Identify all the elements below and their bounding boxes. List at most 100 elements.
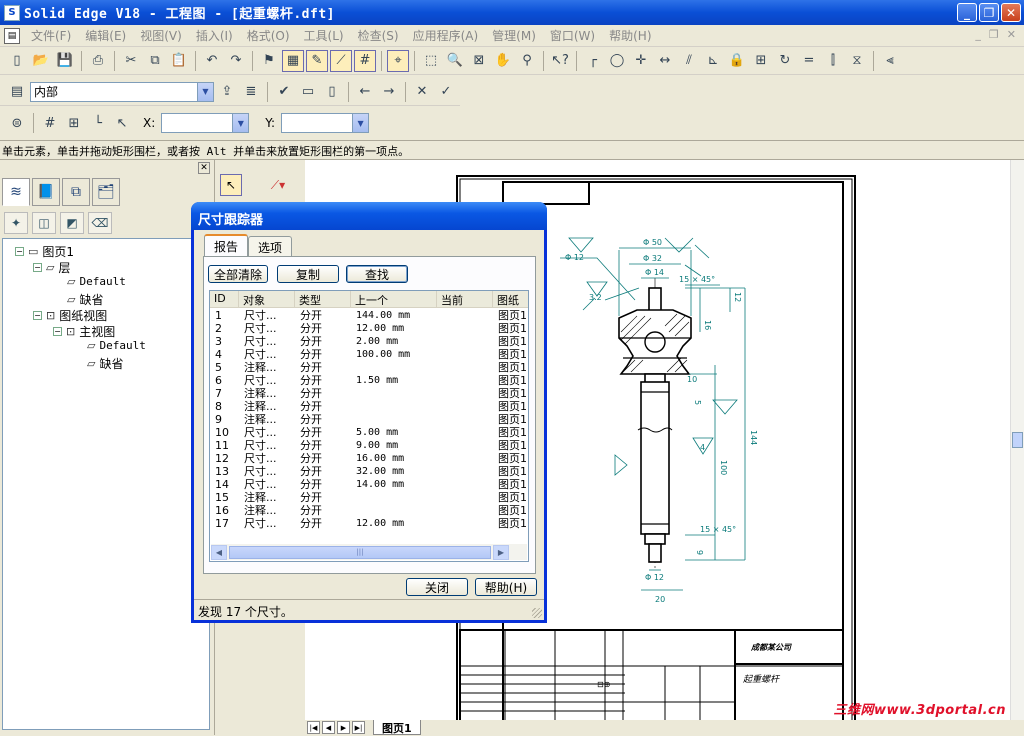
equal-icon[interactable]: = — [798, 50, 820, 72]
grid-icon[interactable]: # — [354, 49, 376, 72]
zoom-icon[interactable]: 🔍 — [444, 50, 466, 72]
tree-node-layer-default[interactable]: ▱ Default — [67, 275, 126, 288]
options-icon[interactable]: ⊜ — [6, 112, 28, 134]
dimension-list[interactable]: ID 对象 类型 上一个 当前 图纸 1 尺寸... 分开 144.00 mm 图页1 2… — [209, 290, 529, 562]
menu-window[interactable]: 窗口(W) — [543, 27, 602, 44]
paste-icon[interactable]: 📋 — [168, 50, 190, 72]
prev-sheet-icon[interactable]: ◀ — [322, 721, 335, 734]
col-sheet[interactable]: 图纸 — [493, 291, 528, 308]
table-row[interactable]: 3 尺寸... 分开 2.00 mm 图页1 — [210, 335, 528, 348]
close-button[interactable]: 关闭 — [406, 578, 468, 596]
clear-all-button[interactable]: 全部清除 — [208, 265, 268, 283]
grid-options-icon[interactable]: ⊞ — [63, 112, 85, 134]
sheet-tab-1[interactable]: 图页1 — [373, 720, 421, 735]
tangent-icon[interactable]: ↻ — [774, 50, 796, 72]
table-row[interactable]: 16 注释... 分开 图页1 — [210, 504, 528, 517]
tree-node-view-default[interactable]: ▱ Default — [87, 339, 146, 352]
resize-grip-icon[interactable] — [532, 608, 542, 618]
table-row[interactable]: 2 尺寸... 分开 12.00 mm 图页1 — [210, 322, 528, 335]
table-row[interactable]: 1 尺寸... 分开 144.00 mm 图页1 — [210, 309, 528, 322]
next-sheet-icon[interactable]: ▶ — [337, 721, 350, 734]
tree-node-layers[interactable]: − ▱ 层 — [33, 259, 70, 276]
tab-report[interactable]: 报告 — [204, 234, 249, 256]
tree-node-layer-missing[interactable]: ▱ 缺省 — [67, 291, 103, 308]
doc-restore-icon[interactable]: ❐ — [989, 28, 999, 41]
whats-this-icon[interactable]: ↖? — [549, 50, 571, 72]
print-icon[interactable]: ⎙ — [87, 50, 109, 72]
col-id[interactable]: ID — [210, 291, 239, 308]
table-row[interactable]: 17 尺寸... 分开 12.00 mm 图页1 — [210, 517, 528, 530]
symbols-tab-icon[interactable]: 🗂 — [92, 178, 120, 206]
find-button[interactable]: 查找 — [346, 265, 408, 283]
show-layer-icon[interactable]: ◫ — [32, 212, 56, 234]
pan-icon[interactable]: ✋ — [492, 50, 514, 72]
chevron-down-icon[interactable]: ▼ — [197, 82, 213, 101]
arrow-right-icon[interactable]: → — [378, 81, 400, 103]
sheet-icon[interactable]: ▦ — [282, 49, 304, 72]
copy-button[interactable]: 复制 — [277, 265, 339, 283]
table-row[interactable]: 9 注释... 分开 图页1 — [210, 413, 528, 426]
dimension-tool-icon[interactable]: ⟋ — [330, 49, 352, 72]
layer-move-icon[interactable]: ⇪ — [216, 81, 238, 103]
col-current[interactable]: 当前 — [437, 291, 493, 308]
fit-icon[interactable]: ⊠ — [468, 50, 490, 72]
chevron-down-icon[interactable]: ▼ — [352, 114, 369, 132]
close-icon[interactable]: ✕ — [198, 162, 210, 174]
horizontal-scrollbar[interactable]: ◀ ||| ▶ — [211, 544, 527, 560]
edit-sheet-icon[interactable]: ✎ — [306, 49, 328, 72]
align-icon[interactable]: ⫷ — [879, 50, 901, 72]
col-previous[interactable]: 上一个 — [351, 291, 437, 308]
scroll-left-icon[interactable]: ◀ — [211, 544, 227, 560]
menu-applications[interactable]: 应用程序(A) — [406, 27, 486, 44]
cancel-icon[interactable]: ✕ — [411, 81, 433, 103]
tab-options[interactable]: 选项 — [248, 236, 293, 256]
undo-icon[interactable]: ↶ — [201, 50, 223, 72]
first-sheet-icon[interactable]: |◀ — [307, 721, 320, 734]
new-icon[interactable]: ▯ — [6, 50, 28, 72]
document-icon[interactable]: ▤ — [4, 27, 20, 44]
delete-layer-icon[interactable]: ⌫ — [88, 212, 112, 234]
menu-manage[interactable]: 管理(M) — [485, 27, 543, 44]
doc-close-icon[interactable]: ✕ — [1007, 28, 1016, 41]
origin-icon[interactable]: └ — [87, 112, 109, 134]
symmetric-icon[interactable]: ⫿ — [822, 50, 844, 72]
vertical-scrollbar[interactable] — [1010, 160, 1024, 720]
parallel-icon[interactable]: ⫽ — [678, 50, 700, 72]
new-layer-icon[interactable]: ✦ — [4, 212, 28, 234]
scroll-thumb[interactable] — [1012, 432, 1023, 448]
menu-view[interactable]: 视图(V) — [133, 27, 189, 44]
grid-snap-icon[interactable]: # — [39, 112, 61, 134]
layers-tab-icon[interactable]: ≋ — [2, 178, 30, 206]
doc-minimize-icon[interactable]: _ — [975, 28, 981, 41]
library-tab-icon[interactable]: 📘 — [32, 178, 60, 206]
views-tab-icon[interactable]: ⧉ — [62, 178, 90, 206]
restore-button[interactable]: ❐ — [979, 3, 999, 22]
select-tool-icon[interactable]: ↖ — [220, 174, 242, 196]
scroll-right-icon[interactable]: ▶ — [493, 544, 509, 560]
page-icon[interactable]: ▯ — [321, 81, 343, 103]
layer-stack-icon[interactable]: ≣ — [240, 81, 262, 103]
inspect-icon[interactable]: ⚲ — [516, 50, 538, 72]
menu-tools[interactable]: 工具(L) — [297, 27, 351, 44]
lock-icon[interactable]: 🔒 — [726, 50, 748, 72]
table-row[interactable]: 15 注释... 分开 图页1 — [210, 491, 528, 504]
last-sheet-icon[interactable]: ▶| — [352, 721, 365, 734]
copy-icon[interactable]: ⧉ — [144, 50, 166, 72]
menu-insert[interactable]: 插入(I) — [189, 27, 240, 44]
layer-combo[interactable]: 内部 ▼ — [30, 81, 214, 102]
menu-format[interactable]: 格式(O) — [240, 27, 297, 44]
table-row[interactable]: 8 注释... 分开 图页1 — [210, 400, 528, 413]
open-icon[interactable]: 📂 — [30, 50, 52, 72]
scroll-thumb[interactable]: ||| — [229, 545, 491, 559]
minimize-button[interactable]: _ — [957, 3, 977, 22]
table-row[interactable]: 7 注释... 分开 图页1 — [210, 387, 528, 400]
table-row[interactable]: 13 尺寸... 分开 32.00 mm 图页1 — [210, 465, 528, 478]
horizontal-icon[interactable]: ↔ — [654, 50, 676, 72]
x-input[interactable]: ▼ — [161, 113, 250, 133]
table-row[interactable]: 6 尺寸... 分开 1.50 mm 图页1 — [210, 374, 528, 387]
table-row[interactable]: 10 尺寸... 分开 5.00 mm 图页1 — [210, 426, 528, 439]
circle-icon[interactable]: ◯ — [606, 50, 628, 72]
fillet-icon[interactable]: ┌ — [582, 50, 604, 72]
menu-edit[interactable]: 编辑(E) — [78, 27, 133, 44]
table-row[interactable]: 14 尺寸... 分开 14.00 mm 图页1 — [210, 478, 528, 491]
